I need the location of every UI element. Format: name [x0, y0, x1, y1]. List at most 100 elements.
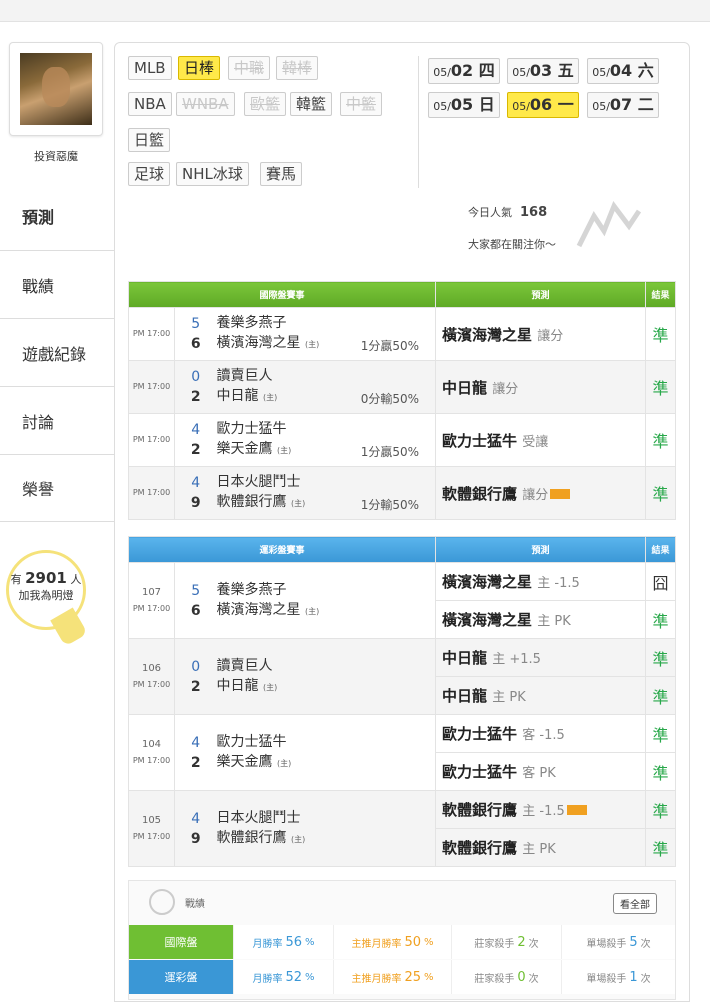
date-tab[interactable]: 05/04 六: [587, 58, 659, 84]
month-rate-label: 月勝率: [252, 938, 283, 950]
nav-predict[interactable]: 預測: [0, 182, 114, 250]
intl-header-event: 國際盤賽事: [128, 281, 436, 308]
score-away: 5: [191, 582, 201, 599]
handicap-result: 1分贏50%: [360, 339, 419, 353]
sport-tab[interactable]: 日棒: [178, 56, 221, 80]
result: 準: [645, 600, 676, 639]
bank-killer-label: 莊家殺手: [474, 938, 515, 950]
sport-tab: WNBA: [176, 92, 235, 116]
pick-detail: 主 -1.5: [522, 804, 565, 819]
sport-tab: 中職: [228, 56, 271, 80]
date-month: 05/: [592, 66, 610, 79]
single-killer-unit: 次: [640, 973, 651, 985]
score-home: 9: [190, 830, 201, 847]
pick-detail: 主 PK: [522, 842, 556, 857]
main-rate-label: 主推月勝率: [351, 973, 402, 985]
see-all-button[interactable]: 看全部: [613, 893, 657, 914]
sport-tab[interactable]: 足球: [128, 162, 171, 186]
score-home: 2: [190, 442, 201, 458]
lottery-table: 運彩盤賽事 預測 結果 107 PM 17:00 5 6 養樂多燕子 橫濱海灣之星 (主)…: [128, 536, 676, 867]
month-rate-value: 52: [285, 969, 303, 985]
date-tab[interactable]: 05/02 四: [428, 58, 500, 84]
date-tab[interactable]: 05/05 日: [428, 92, 500, 118]
main-rate: 主推月勝率 25%: [333, 960, 451, 994]
result: 準: [645, 714, 676, 753]
intl-header-result: 結果: [645, 281, 676, 308]
handicap-result: 1分贏50%: [360, 445, 419, 459]
sport-tab[interactable]: MLB: [128, 56, 172, 80]
fans-count: 2901: [25, 569, 67, 587]
nav-game-log[interactable]: 遊戲紀錄: [0, 318, 114, 386]
nav-discussion[interactable]: 討論: [0, 386, 114, 454]
single-killer-value: 1: [629, 969, 638, 985]
pick: 橫濱海灣之星 主 -1.5: [435, 562, 646, 601]
team-home: 橫濱海灣之星: [216, 601, 301, 618]
table-row: 104 PM 17:00 4 2 歐力士猛牛 樂天金鷹 (主) 歐力士猛牛 客 -1.5 準: [128, 714, 676, 791]
decoration-icon: [576, 200, 642, 248]
pick: 中日龍 主 PK: [435, 676, 646, 715]
main-rate-value: 25: [404, 969, 422, 985]
result: 準: [645, 790, 676, 829]
sport-tab[interactable]: 韓籃: [290, 92, 333, 116]
pick: 橫濱海灣之星 主 PK: [435, 600, 646, 639]
sport-tab[interactable]: 日籃: [128, 128, 171, 152]
team-away: 養樂多燕子: [216, 315, 287, 331]
pick-team: 橫濱海灣之星: [442, 573, 533, 591]
handicap-result: 0分輸50%: [360, 392, 419, 406]
avatar-frame[interactable]: [9, 42, 103, 136]
intl-header-pick: 預測: [435, 281, 646, 308]
avatar[interactable]: [20, 53, 92, 125]
sport-tab[interactable]: NHL冰球: [176, 162, 249, 186]
month-rate: 月勝率 52%: [233, 960, 333, 994]
divider: [418, 56, 419, 188]
record-box: 戰績 看全部 國際盤 月勝率 56% 主推月勝率 50% 莊家殺手 2 次單場殺手 5 次運彩盤月…: [128, 880, 676, 1000]
date-tab[interactable]: 05/03 五: [507, 58, 579, 84]
record-label: 運彩盤: [129, 960, 233, 994]
pick-type: 讓分: [537, 328, 564, 344]
score-home: 2: [190, 754, 201, 771]
date-day: 04: [609, 61, 633, 80]
popularity: 今日人氣 168: [468, 204, 547, 220]
pick: 軟體銀行鷹 讓分: [435, 466, 646, 520]
team-home: 橫濱海灣之星: [216, 335, 301, 351]
team-away: 歐力士猛牛: [216, 733, 287, 750]
handicap-result: 1分輸50%: [360, 498, 419, 512]
main-pick-badge: [566, 805, 587, 815]
month-rate: 月勝率 56%: [233, 925, 333, 959]
date-weekday: 一: [557, 95, 574, 114]
date-month: 05/: [512, 66, 530, 79]
date-weekday: 日: [478, 95, 495, 114]
date-month: 05/: [592, 100, 610, 113]
table-row: 105 PM 17:00 4 9 日本火腿鬥士 軟體銀行鷹 (主) 軟體銀行鷹 主 -1.5…: [128, 790, 676, 867]
result: 準: [645, 638, 676, 677]
date-day: 03: [529, 61, 553, 80]
score-away: 0: [191, 369, 201, 385]
sport-tab: 歐籃: [244, 92, 287, 116]
home-mark: (主): [304, 606, 320, 616]
sport-tab[interactable]: 賽馬: [260, 162, 303, 186]
record-label: 國際盤: [129, 925, 233, 959]
pick-team: 橫濱海灣之星: [442, 325, 533, 344]
main-rate-value: 50: [404, 934, 422, 950]
popularity-value: 168: [520, 205, 548, 220]
date-tab[interactable]: 05/07 二: [587, 92, 659, 118]
nav-honor[interactable]: 榮譽: [0, 454, 114, 522]
month-rate-unit: %: [305, 936, 315, 948]
date-tab[interactable]: 05/06 一: [507, 92, 579, 118]
pick-type: 讓分: [522, 487, 549, 503]
main-pick-badge: [550, 488, 571, 499]
username[interactable]: 投資惡魔: [0, 148, 112, 164]
pick-team: 歐力士猛牛: [442, 431, 518, 450]
single-killer-unit: 次: [640, 938, 651, 950]
table-row: PM 17:00 4 2 歐力士猛牛 樂天金鷹 (主) 1分贏50% 歐力士猛牛 受讓準: [128, 413, 676, 467]
score-away: 4: [191, 734, 201, 751]
pick-team: 軟體銀行鷹: [442, 839, 518, 857]
date-month: 05/: [512, 100, 530, 113]
fans-prefix: 有: [10, 573, 22, 586]
fans-cta[interactable]: 加我為明燈: [9, 587, 83, 603]
nav-record[interactable]: 戰績: [0, 250, 114, 318]
game-time: PM 17:00: [132, 755, 171, 765]
sport-tab[interactable]: NBA: [128, 92, 172, 116]
sport-tab: 中籃: [340, 92, 383, 116]
game-time: PM 17:00: [132, 831, 171, 841]
